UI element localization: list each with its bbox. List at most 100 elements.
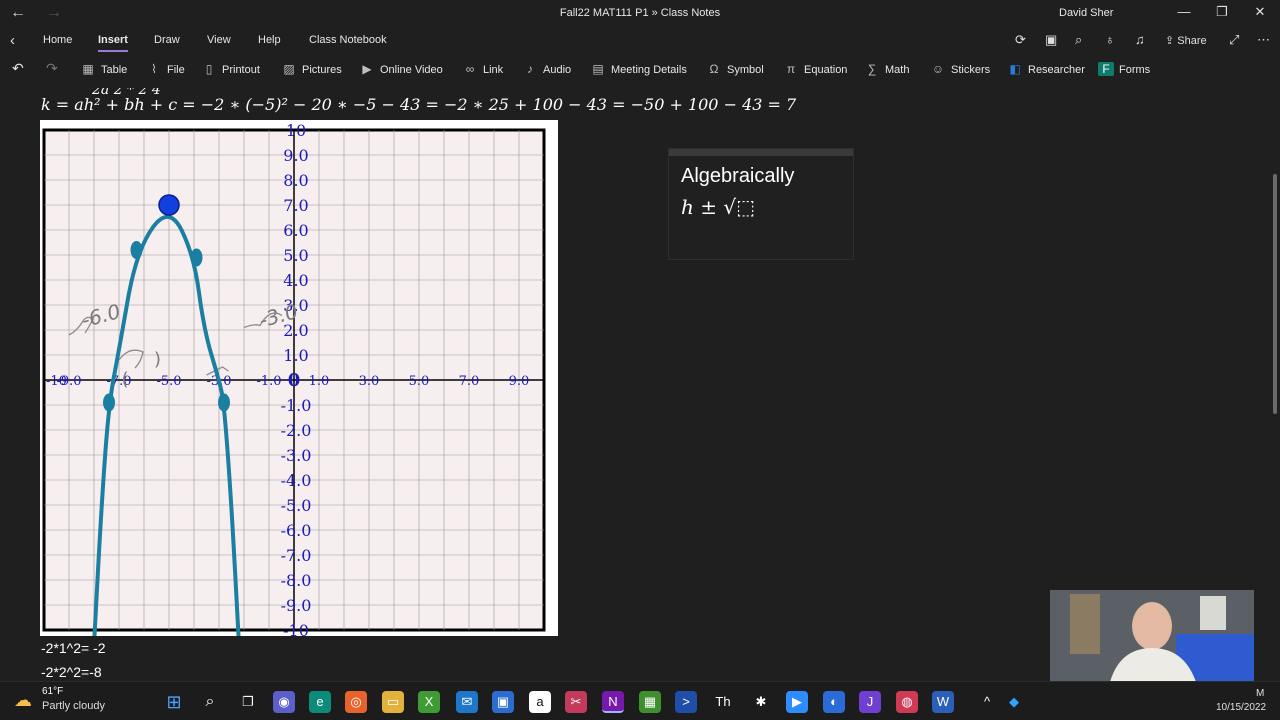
expand-icon[interactable]: ⤢ <box>1229 32 1239 48</box>
minimize-icon[interactable]: — <box>1169 4 1199 19</box>
tab-home[interactable]: Home <box>43 34 72 46</box>
search-icon[interactable]: ⌕ <box>199 691 221 713</box>
weather-temp[interactable]: 61°F <box>42 686 63 697</box>
ribbon-online-video-label: Online Video <box>380 64 443 76</box>
snipping-tool-icon[interactable]: ✂ <box>565 691 587 713</box>
work-line-1: -2*1^2= -2 <box>41 640 106 656</box>
partly-cloudy-icon[interactable]: ☁ <box>14 690 32 711</box>
amazon-icon[interactable]: a <box>529 691 551 713</box>
more-options-icon[interactable]: ⋯ <box>1257 32 1270 48</box>
container-handle[interactable] <box>669 149 853 156</box>
printout-icon: ▯ <box>205 62 213 76</box>
smiley-icon: ☺ <box>931 62 945 76</box>
firefox-icon[interactable]: ◎ <box>345 691 367 713</box>
coordinate-graph: -9.0 -7.0 -5.0 -3.0 -1.0 1.0 3.0 5.0 7.0 9.0-1010… <box>42 121 546 647</box>
origin-label: 0 <box>288 370 301 391</box>
mail-icon[interactable]: ✉ <box>456 691 478 713</box>
ribbon-meeting-details[interactable]: ▤ Meeting Details <box>590 62 687 76</box>
back-chevron-icon[interactable]: ‹ <box>10 32 15 49</box>
ink-point <box>218 393 230 412</box>
ribbon-pictures[interactable]: ▨ Pictures <box>281 62 341 76</box>
ribbon-printout-label: Printout <box>222 64 260 76</box>
clock-time: M <box>1256 688 1265 699</box>
app-icon-1[interactable]: ▦ <box>639 691 661 713</box>
y-tick-label: -8.0 <box>281 571 312 590</box>
task-view-icon[interactable]: ❐ <box>237 691 259 713</box>
ribbon-equation-label: Equation <box>804 64 848 76</box>
ribbon-equation[interactable]: π Equation <box>783 62 848 76</box>
tab-draw[interactable]: Draw <box>154 34 180 46</box>
x-tick-label: -5.0 <box>156 374 181 389</box>
chevron-up-icon[interactable]: ^ <box>976 691 998 713</box>
share-button[interactable]: ⇪ Share <box>1165 34 1207 47</box>
weather-desc[interactable]: Partly cloudy <box>42 700 105 712</box>
forms-icon: F <box>1098 62 1114 76</box>
ribbon-online-video[interactable]: ▶ Online Video <box>359 62 443 76</box>
x-tick-label: 1.0 <box>309 374 330 389</box>
start-icon[interactable]: ⊞ <box>163 691 185 713</box>
user-name[interactable]: David Sher <box>1059 7 1113 19</box>
ribbon-link[interactable]: ∞ Link <box>462 62 503 76</box>
chat-icon[interactable]: ◉ <box>273 691 295 713</box>
x-tick-label: 3.0 <box>359 374 380 389</box>
ink-point <box>103 393 115 412</box>
undo-icon[interactable]: ↶ <box>12 60 24 77</box>
ribbon-audio[interactable]: ♪ Audio <box>522 62 571 76</box>
handwriting-note: ( <box>122 369 129 390</box>
vertex-k-formula: k = ah² + bh + c = −2 ∗ (−5)² − 20 ∗ −5 … <box>41 95 797 114</box>
zoom-icon[interactable]: ▶ <box>786 691 808 713</box>
y-tick-label: -1.0 <box>281 396 312 415</box>
note-container[interactable]: Algebraically h ± √⬚ <box>668 148 854 260</box>
ribbon-file-label: File <box>167 64 185 76</box>
ribbon-file[interactable]: ⌇ File <box>146 62 185 76</box>
y-tick-label: 9.0 <box>283 146 308 165</box>
pi-icon: π <box>786 62 796 76</box>
presenter-video <box>1050 590 1254 682</box>
tray-icon[interactable]: ◆ <box>1003 691 1025 713</box>
lightbulb-icon[interactable]: ♁ <box>1105 32 1115 47</box>
tab-help[interactable]: Help <box>258 34 281 46</box>
ribbon-stickers[interactable]: ☺ Stickers <box>930 62 990 76</box>
audio-icon: ♪ <box>527 62 533 76</box>
ribbon-symbol-label: Symbol <box>727 64 764 76</box>
onenote-icon[interactable]: N <box>602 691 624 713</box>
store-icon[interactable]: ▣ <box>492 691 514 713</box>
excel-icon[interactable]: X <box>418 691 440 713</box>
clock[interactable]: M 10/15/2022 <box>1216 688 1267 713</box>
close-icon[interactable]: ✕ <box>1245 4 1275 20</box>
vertical-scrollbar[interactable] <box>1273 174 1277 414</box>
maximize-icon[interactable]: ❐ <box>1207 4 1237 20</box>
tab-insert[interactable]: Insert <box>98 34 128 52</box>
ribbon-symbol[interactable]: Ω Symbol <box>706 62 764 76</box>
sync-icon[interactable]: ⟳ <box>1015 32 1026 48</box>
ribbon-researcher[interactable]: ◧ Researcher <box>1007 62 1085 76</box>
graph-image: -9.0 -7.0 -5.0 -3.0 -1.0 1.0 3.0 5.0 7.0 9.0 -10 10… <box>40 120 558 647</box>
notebook-icon[interactable]: ▣ <box>1045 32 1057 48</box>
handwriting-note: ) <box>154 349 161 370</box>
ide-icon[interactable]: J <box>859 691 881 713</box>
ribbon-printout[interactable]: ▯ Printout <box>201 62 260 76</box>
app-icon-3[interactable]: ◐ <box>823 691 845 713</box>
powershell-icon[interactable]: > <box>675 691 697 713</box>
ribbon-audio-label: Audio <box>543 64 572 76</box>
x-tick-label: -1.0 <box>256 374 281 389</box>
tab-class-notebook[interactable]: Class Notebook <box>309 34 387 46</box>
tab-view[interactable]: View <box>207 34 231 46</box>
omega-icon: Ω <box>709 62 719 76</box>
ribbon-link-label: Link <box>483 64 504 76</box>
ribbon-forms[interactable]: F Forms <box>1098 62 1150 76</box>
share-icon: ⇪ <box>1165 35 1178 47</box>
redo-icon[interactable]: ↷ <box>46 60 58 77</box>
word-icon[interactable]: W <box>932 691 954 713</box>
edge-icon[interactable]: e <box>309 691 331 713</box>
ink-point <box>190 248 203 267</box>
file-explorer-icon[interactable]: ▭ <box>382 691 404 713</box>
app-icon-4[interactable]: ◍ <box>896 691 918 713</box>
ribbon-math[interactable]: ∑ Math <box>864 62 910 76</box>
ribbon-table[interactable]: ▦ Table <box>80 62 127 76</box>
app-icon-2[interactable]: ✱ <box>750 691 772 713</box>
app-icon-th[interactable]: Th <box>712 691 734 713</box>
search-icon[interactable]: ⌕ <box>1075 32 1082 48</box>
clock-date: 10/15/2022 <box>1216 702 1267 713</box>
bell-icon[interactable]: ♫ <box>1135 32 1145 47</box>
